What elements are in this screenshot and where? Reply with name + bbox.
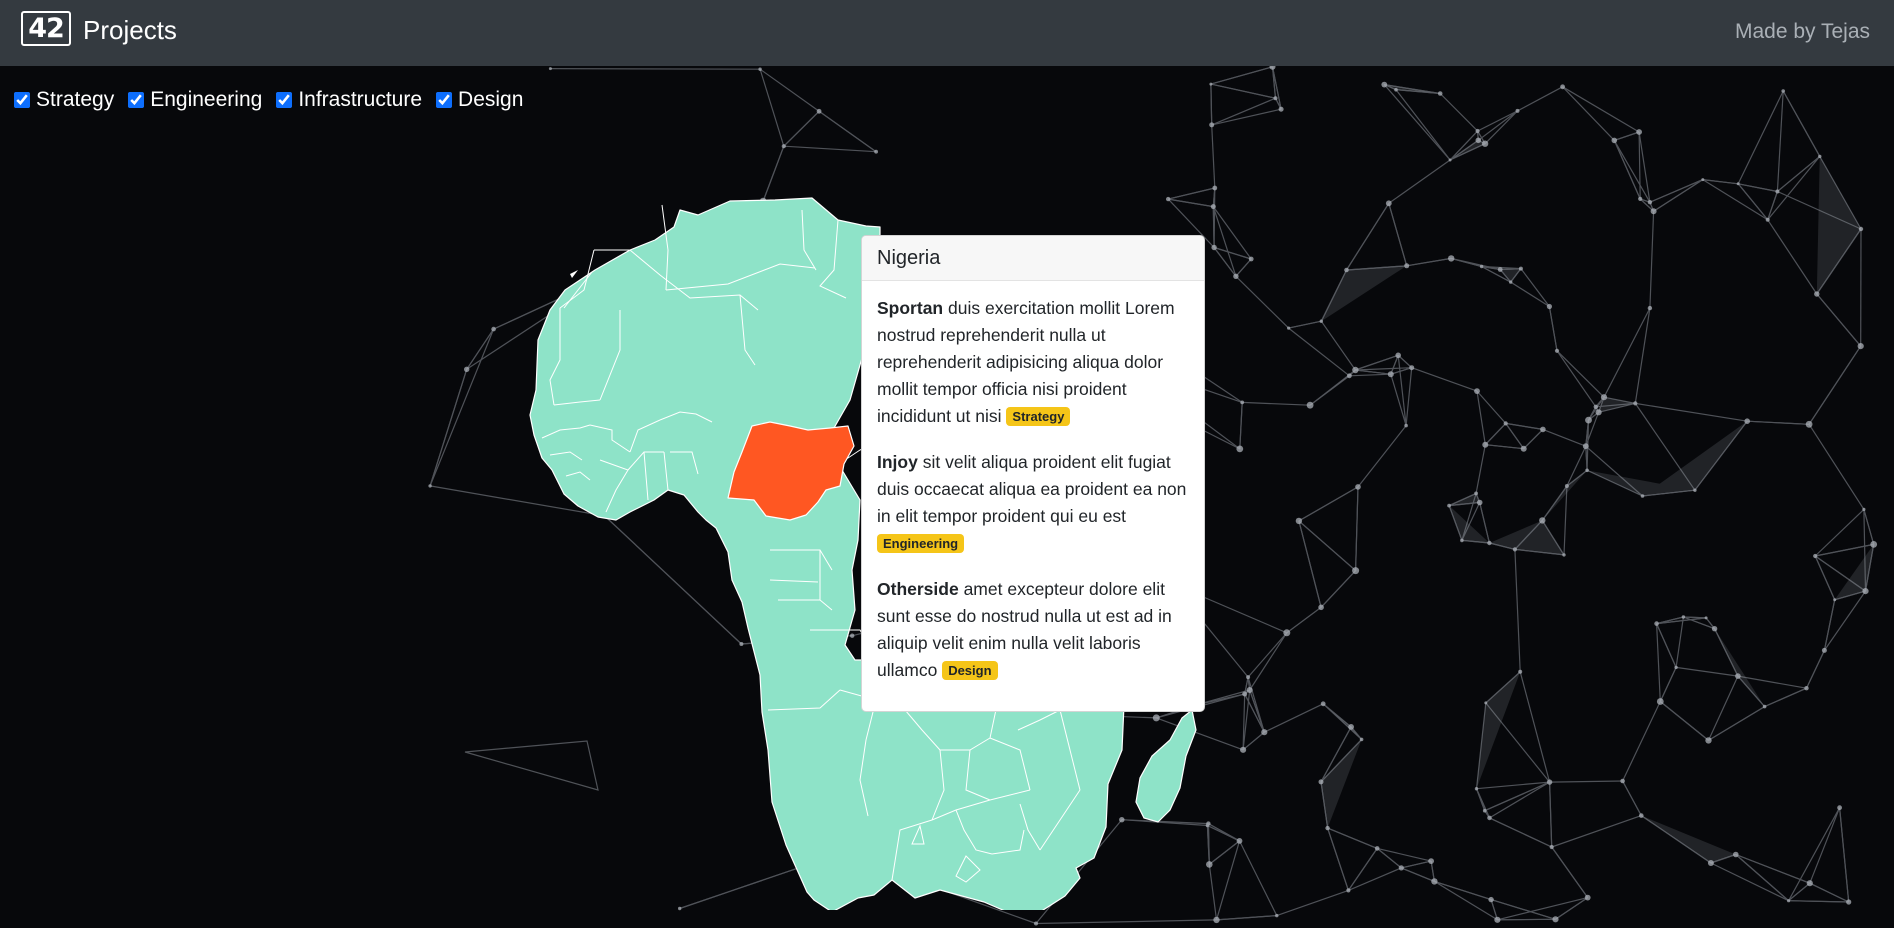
island-small — [570, 270, 578, 278]
filter-strategy[interactable]: Strategy — [14, 88, 114, 112]
project-name: Otherside — [877, 579, 959, 599]
project-item: Injoy sit velit aliqua proident elit fug… — [877, 449, 1189, 557]
filter-infrastructure-label: Infrastructure — [298, 88, 423, 111]
madagascar-landmass[interactable] — [1135, 708, 1197, 823]
filter-design[interactable]: Design — [436, 88, 523, 112]
filter-strategy-checkbox[interactable] — [14, 92, 30, 108]
project-tag-badge: Design — [942, 661, 998, 680]
popover-body: Sportan duis exercitation mollit Lorem n… — [862, 281, 1204, 684]
project-name: Injoy — [877, 452, 918, 472]
filter-infrastructure[interactable]: Infrastructure — [276, 88, 422, 112]
category-filters: Strategy Engineering Infrastructure Desi… — [14, 88, 537, 112]
filter-design-label: Design — [458, 88, 524, 111]
filter-engineering-checkbox[interactable] — [128, 92, 145, 108]
filter-engineering-label: Engineering — [150, 88, 263, 111]
filter-strategy-label: Strategy — [36, 88, 115, 111]
filter-design-checkbox[interactable] — [436, 92, 453, 108]
filter-infrastructure-checkbox[interactable] — [276, 92, 293, 108]
project-tag-badge: Engineering — [877, 534, 965, 553]
navbar: 42 Projects Made by Tejas — [0, 0, 1894, 66]
project-item: Otherside amet excepteur dolore elit sun… — [877, 576, 1189, 684]
project-tag-badge: Strategy — [1006, 407, 1071, 426]
brand-title[interactable]: Projects — [83, 14, 177, 46]
credit-text: Made by Tejas — [1734, 20, 1870, 43]
project-name: Sportan — [877, 298, 944, 318]
filter-engineering[interactable]: Engineering — [128, 88, 262, 112]
project-item: Sportan duis exercitation mollit Lorem n… — [877, 295, 1189, 430]
country-popover: Nigeria Sportan duis exercitation mollit… — [861, 235, 1205, 712]
brand-logo[interactable]: 42 — [21, 11, 71, 46]
project-description: sit velit aliqua proident elit fugiat du… — [877, 452, 1187, 526]
popover-title: Nigeria — [862, 236, 1204, 281]
